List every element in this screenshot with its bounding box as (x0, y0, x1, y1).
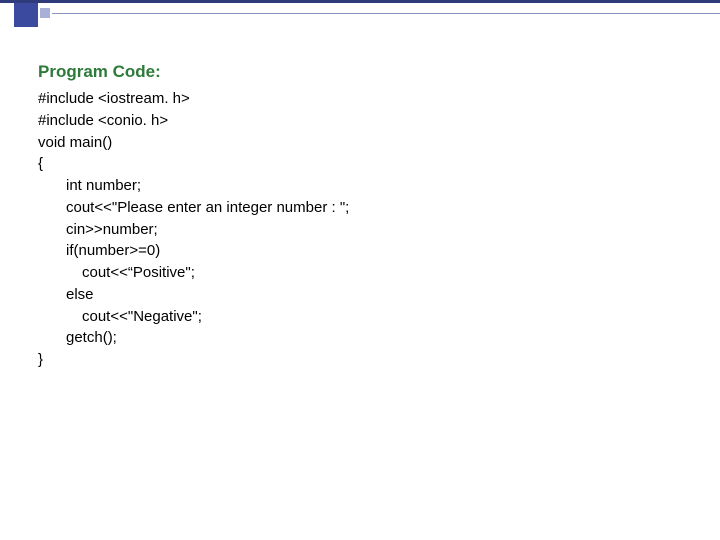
slide-header-decoration (0, 0, 720, 28)
decoration-square-small (40, 8, 50, 18)
code-line: else (38, 284, 678, 306)
slide-content: Program Code: #include <iostream. h> #in… (38, 62, 678, 371)
section-heading: Program Code: (38, 62, 678, 82)
code-line: cout<<"Please enter an integer number : … (38, 197, 678, 219)
code-line: void main() (38, 132, 678, 154)
code-line: { (38, 153, 678, 175)
code-block: #include <iostream. h> #include <conio. … (38, 88, 678, 371)
code-line: if(number>=0) (38, 240, 678, 262)
decoration-horizontal-line (52, 13, 720, 14)
code-line: #include <conio. h> (38, 110, 678, 132)
code-line: } (38, 349, 678, 371)
decoration-square-large (14, 3, 38, 27)
code-line: int number; (38, 175, 678, 197)
code-line: #include <iostream. h> (38, 88, 678, 110)
code-line: cout<<"Negative"; (38, 306, 678, 328)
code-line: cout<<“Positive"; (38, 262, 678, 284)
decoration-top-bar (0, 0, 720, 3)
code-line: cin>>number; (38, 219, 678, 241)
code-line: getch(); (38, 327, 678, 349)
